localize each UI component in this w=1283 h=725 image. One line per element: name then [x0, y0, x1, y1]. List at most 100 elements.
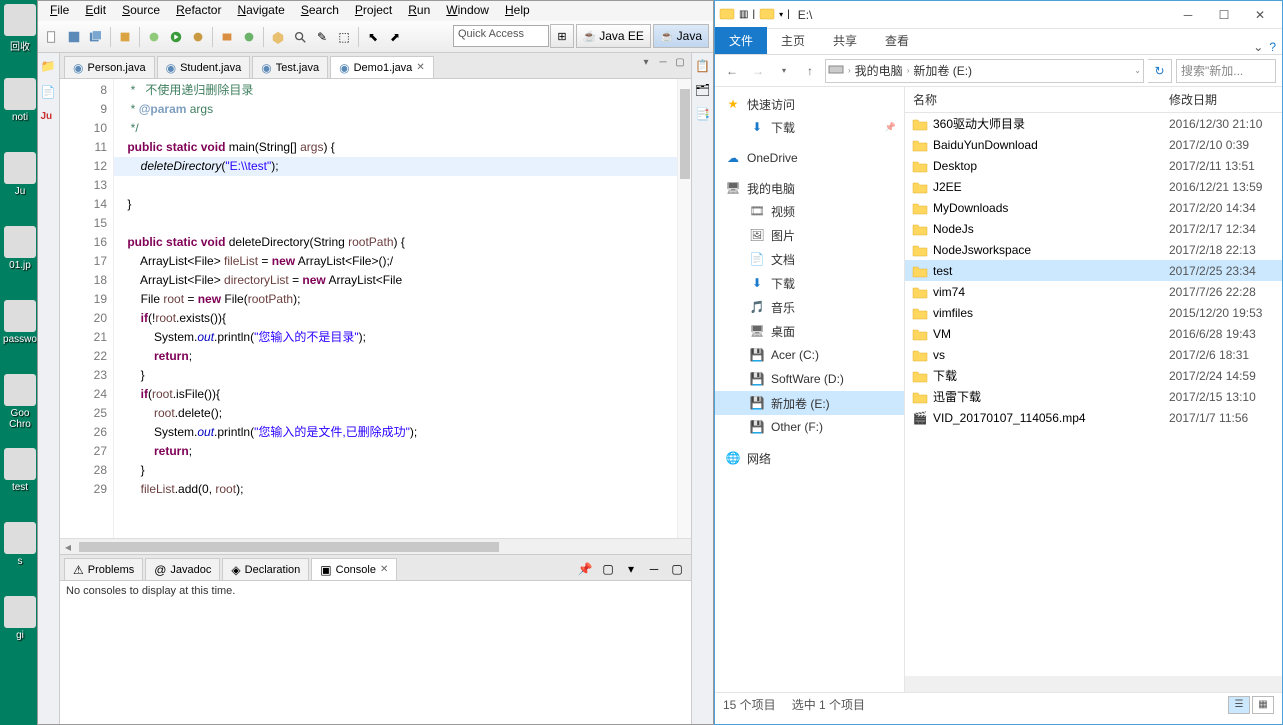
minimize-button[interactable]: ─ — [1170, 3, 1206, 27]
outline-icon[interactable]: 🗂 — [695, 83, 710, 97]
file-row[interactable]: 下载2017/2/24 14:59 — [905, 365, 1282, 386]
desktop-icon-01.jp[interactable]: 01.jp — [2, 226, 38, 271]
run-last-icon[interactable] — [188, 27, 208, 47]
nav-图片[interactable]: 🖼图片 — [715, 223, 904, 247]
nav-视频[interactable]: 🎞视频 — [715, 199, 904, 223]
file-row[interactable]: MyDownloads2017/2/20 14:34 — [905, 197, 1282, 218]
file-row[interactable]: 迅雷下载2017/2/15 13:10 — [905, 386, 1282, 407]
menu-refactor[interactable]: Refactor — [168, 1, 229, 21]
file-row[interactable]: BaiduYunDownload2017/2/10 0:39 — [905, 134, 1282, 155]
nav-音乐[interactable]: 🎵音乐 — [715, 295, 904, 319]
ribbon-expand-icon[interactable]: ⌄ — [1253, 40, 1263, 54]
file-row[interactable]: VM2016/6/28 19:43 — [905, 323, 1282, 344]
nav-新加卷 (E:)[interactable]: 💾新加卷 (E:) — [715, 391, 904, 415]
search-icon[interactable] — [290, 27, 310, 47]
desktop-icon-Goo Chro[interactable]: Goo Chro — [2, 374, 38, 430]
ribbon-file[interactable]: 文件 — [715, 27, 767, 54]
btab-declaration[interactable]: ◈ Declaration — [222, 558, 309, 580]
search-input[interactable]: 搜索"新加... — [1176, 59, 1276, 83]
help-icon[interactable]: ? — [1269, 40, 1276, 54]
build-icon[interactable] — [115, 27, 135, 47]
maximize-icon[interactable]: ▢ — [673, 57, 687, 71]
hscroll-thumb[interactable] — [79, 542, 499, 552]
tab-Student-java[interactable]: ◉Student.java — [157, 56, 251, 78]
addr-dropdown-icon[interactable]: ⌄ — [1134, 66, 1141, 75]
package-explorer-icon[interactable]: 📁 — [41, 59, 57, 75]
props-icon[interactable]: ▥ — [739, 9, 748, 20]
desktop-icon-gi[interactable]: gi — [2, 596, 38, 641]
menu-navigate[interactable]: Navigate — [229, 1, 292, 21]
show-list-icon[interactable]: ▾ — [639, 57, 653, 71]
close-icon[interactable]: ✕ — [416, 62, 424, 73]
menu-source[interactable]: Source — [114, 1, 168, 21]
save-icon[interactable] — [64, 27, 84, 47]
min-console-icon[interactable]: ─ — [644, 559, 664, 579]
nav-下载[interactable]: ⬇下载 — [715, 115, 904, 139]
nav-文档[interactable]: 📄文档 — [715, 247, 904, 271]
open-perspective-button[interactable]: ⊞ — [550, 24, 573, 48]
nav-forward-button[interactable]: → — [747, 60, 769, 82]
menu-edit[interactable]: Edit — [77, 1, 114, 21]
nav-下载[interactable]: ⬇下载 — [715, 271, 904, 295]
nav-网络[interactable]: 🌐网络 — [715, 447, 904, 469]
nav-SoftWare (D:)[interactable]: 💾SoftWare (D:) — [715, 367, 904, 391]
new-package-icon[interactable] — [217, 27, 237, 47]
new-class-icon[interactable] — [239, 27, 259, 47]
code-area[interactable]: * 不使用递归删除目录 * @param args */ public stat… — [114, 79, 677, 538]
desktop-icon-回收[interactable]: 回收 — [2, 4, 38, 53]
ribbon-home[interactable]: 主页 — [767, 27, 819, 54]
file-row[interactable]: Desktop2017/2/11 13:51 — [905, 155, 1282, 176]
run-icon[interactable] — [166, 27, 186, 47]
column-headers[interactable]: 名称 修改日期 — [905, 87, 1282, 113]
col-name[interactable]: 名称 — [905, 91, 1165, 108]
debug-icon[interactable] — [144, 27, 164, 47]
minimize-icon[interactable]: ─ — [656, 57, 670, 71]
open-type-icon[interactable] — [268, 27, 288, 47]
file-row[interactable]: J2EE2016/12/21 13:59 — [905, 176, 1282, 197]
file-row[interactable]: vs2017/2/6 18:31 — [905, 344, 1282, 365]
overview-ruler[interactable] — [677, 79, 691, 538]
desktop-icon-noti[interactable]: noti — [2, 78, 38, 123]
close-button[interactable]: ✕ — [1242, 3, 1278, 27]
wand-icon[interactable]: ✎ — [312, 27, 332, 47]
open-console-icon[interactable]: ▾ — [621, 559, 641, 579]
nav-我的电脑[interactable]: 🖥我的电脑 — [715, 177, 904, 199]
nav-Acer (C:)[interactable]: 💾Acer (C:) — [715, 343, 904, 367]
nav-recent-icon[interactable]: ▾ — [773, 60, 795, 82]
perspective-javaee[interactable]: ☕ Java EE — [576, 24, 651, 48]
desktop-icon-test[interactable]: test — [2, 448, 38, 493]
menu-run[interactable]: Run — [400, 1, 438, 21]
nav-桌面[interactable]: 🖥桌面 — [715, 319, 904, 343]
file-row[interactable]: 360驱动大师目录2016/12/30 21:10 — [905, 113, 1282, 134]
folder-qa-icon[interactable] — [759, 5, 775, 24]
menu-project[interactable]: Project — [347, 1, 400, 21]
type-hierarchy-icon[interactable]: 📄 — [41, 85, 57, 101]
maximize-button[interactable]: ☐ — [1206, 3, 1242, 27]
perspective-java[interactable]: ☕ Java — [653, 24, 709, 48]
file-list[interactable]: 360驱动大师目录2016/12/30 21:10BaiduYunDownloa… — [905, 113, 1282, 676]
crumb-drive[interactable]: 新加卷 (E:) — [913, 62, 972, 79]
tab-Test-java[interactable]: ◉Test.java — [252, 56, 328, 78]
prev-edit-icon[interactable]: ⬉ — [363, 27, 383, 47]
btab-problems[interactable]: ⚠ Problems — [64, 558, 143, 580]
desktop-icon-s[interactable]: s — [2, 522, 38, 567]
btab-console[interactable]: ▣ Console ✕ — [311, 558, 397, 580]
ribbon-share[interactable]: 共享 — [819, 27, 871, 54]
markers-icon[interactable]: 📑 — [695, 107, 710, 121]
menu-search[interactable]: Search — [293, 1, 347, 21]
nav-Other (F:)[interactable]: 💾Other (F:) — [715, 415, 904, 439]
file-row[interactable]: test2017/2/25 23:34 — [905, 260, 1282, 281]
file-row[interactable]: vim742017/7/26 22:28 — [905, 281, 1282, 302]
tab-Person-java[interactable]: ◉Person.java — [64, 56, 155, 78]
max-console-icon[interactable]: ▢ — [667, 559, 687, 579]
btab-javadoc[interactable]: @ Javadoc — [145, 558, 220, 580]
task-list-icon[interactable]: 📋 — [695, 59, 710, 73]
save-all-icon[interactable] — [86, 27, 106, 47]
view-details-button[interactable]: ☰ — [1228, 696, 1250, 714]
nav-OneDrive[interactable]: ☁OneDrive — [715, 147, 904, 169]
ju-icon[interactable]: Ju — [41, 111, 57, 127]
next-edit-icon[interactable]: ⬈ — [385, 27, 405, 47]
ribbon-view[interactable]: 查看 — [871, 27, 923, 54]
display-console-icon[interactable]: ▢ — [598, 559, 618, 579]
close-icon[interactable]: ✕ — [380, 564, 388, 575]
